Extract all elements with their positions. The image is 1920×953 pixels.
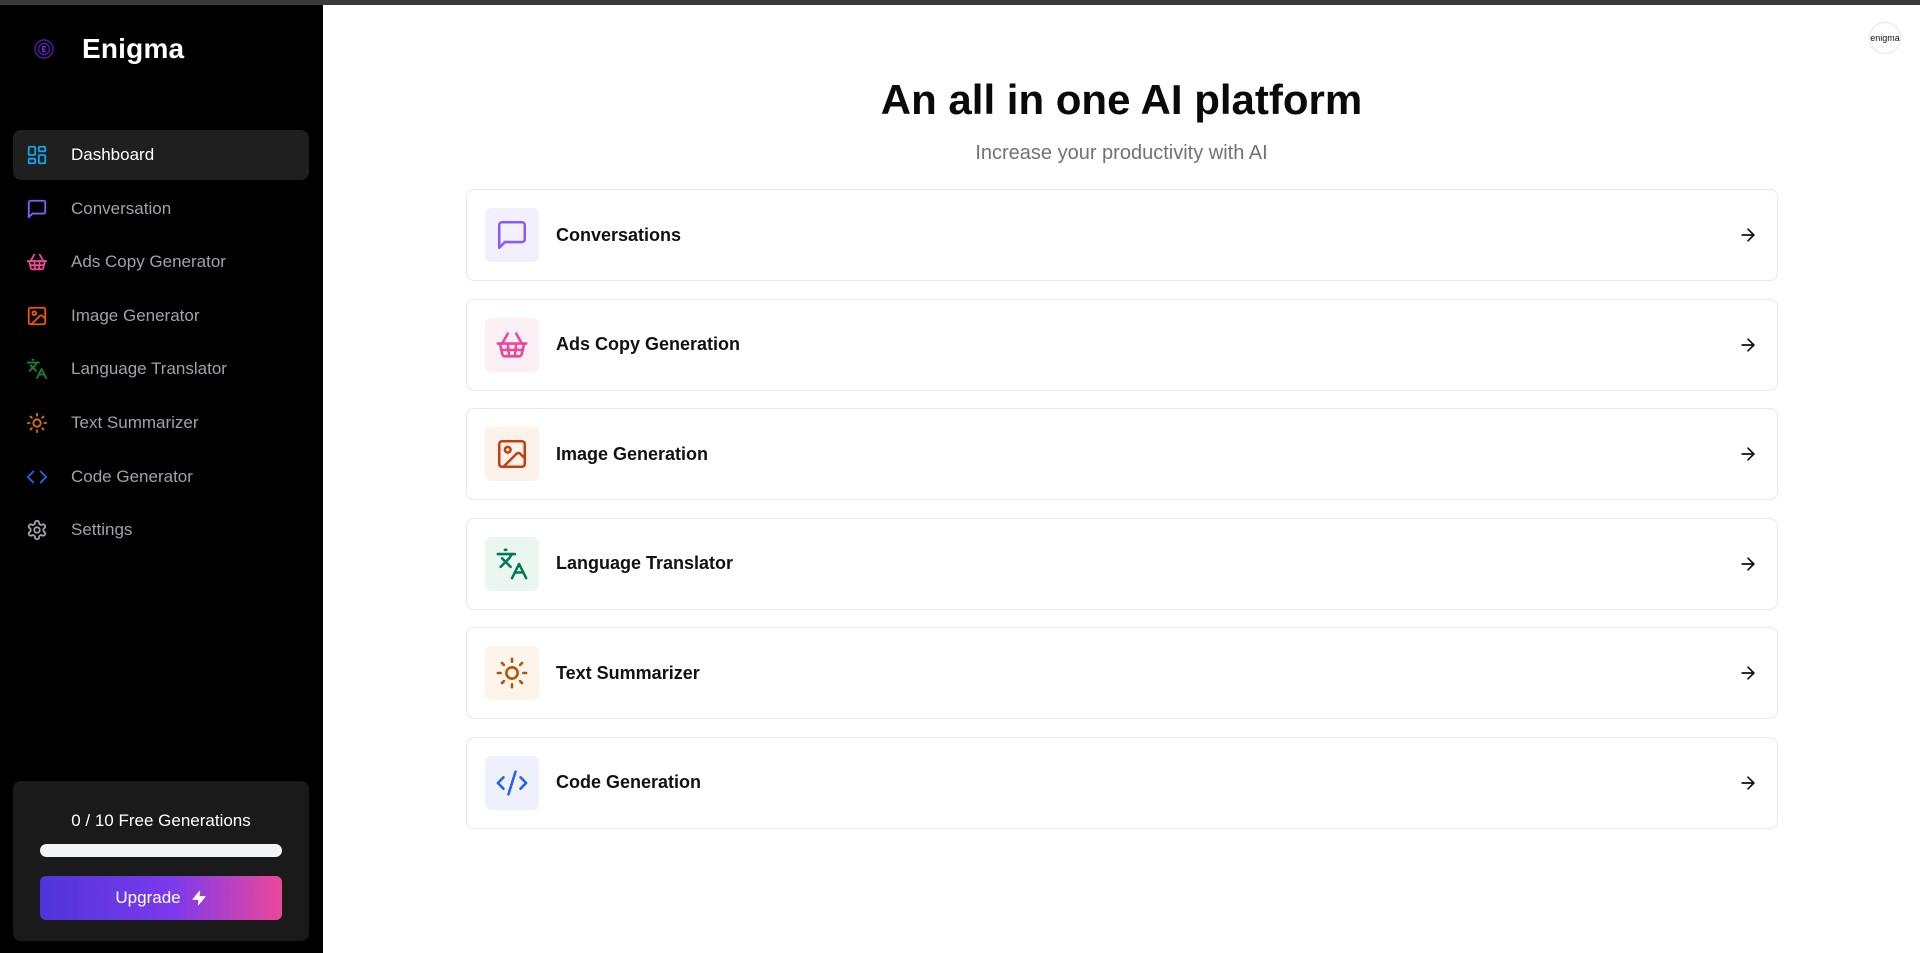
tool-card-label: Code Generation	[556, 772, 702, 792]
arrow-right-icon	[1737, 662, 1759, 684]
sidebar-item-label: Ads Copy Generator	[71, 252, 226, 272]
tool-card-label: Language Translator	[556, 553, 734, 573]
shopping-basket-icon	[496, 331, 528, 358]
app-name: Enigma	[82, 33, 185, 64]
sidebar-item-label: Code Generator	[71, 466, 193, 486]
tool-card-code-generation[interactable]: Code Generation	[466, 736, 1778, 829]
sidebar-item-text-summarizer[interactable]: Text Summarizer	[13, 398, 309, 448]
sidebar-item-dashboard[interactable]: Dashboard	[13, 130, 309, 180]
image-icon	[497, 439, 527, 469]
usage-progress-bar	[40, 844, 282, 857]
free-generations-card: 0 / 10 Free Generations Upgrade	[13, 781, 309, 941]
arrow-right-icon	[1737, 772, 1759, 794]
user-avatar[interactable]: enigma	[1869, 22, 1901, 54]
sidebar-item-image-generator[interactable]: Image Generator	[13, 291, 309, 341]
arrow-right-icon	[1737, 224, 1759, 246]
tool-card-ads-copy-generation[interactable]: Ads Copy Generation	[466, 298, 1778, 391]
sidebar-item-settings[interactable]: Settings	[13, 505, 309, 555]
arrow-right-icon	[1737, 443, 1759, 465]
arrow-right-icon	[1737, 553, 1759, 575]
brand[interactable]: Enigma	[30, 33, 184, 65]
tool-icon-box	[485, 646, 539, 700]
sun-icon	[26, 412, 48, 434]
sidebar-nav: Dashboard Conversation Ads Copy Generato…	[13, 130, 309, 559]
tool-card-text-summarizer[interactable]: Text Summarizer	[466, 627, 1778, 719]
code-icon	[496, 769, 528, 796]
sidebar-item-code-generator[interactable]: Code Generator	[13, 452, 309, 502]
sidebar-item-label: Settings	[71, 520, 133, 540]
tool-icon-box	[485, 536, 539, 591]
message-square-icon	[497, 220, 527, 250]
tool-card-label: Text Summarizer	[556, 662, 700, 683]
tool-card-label: Image Generation	[556, 443, 709, 464]
tool-card-conversations[interactable]: Conversations	[466, 189, 1778, 281]
tool-icon-box	[485, 427, 539, 481]
sidebar-item-label: Dashboard	[71, 145, 155, 164]
gear-icon	[26, 519, 48, 541]
tool-card-language-translator[interactable]: Language Translator	[466, 517, 1778, 610]
sidebar-item-label: Text Summarizer	[71, 412, 199, 432]
page-subtitle: Increase your productivity with AI	[975, 142, 1268, 164]
window-top-border	[0, 0, 1920, 5]
tool-card-label: Ads Copy Generation	[556, 334, 741, 354]
sidebar-item-conversation[interactable]: Conversation	[13, 184, 309, 234]
main-content: enigma An all in one AI platform Increas…	[323, 5, 1920, 953]
languages-icon	[26, 358, 48, 380]
message-square-icon	[26, 198, 48, 220]
dashboard-icon	[26, 144, 48, 166]
image-icon	[26, 305, 48, 327]
tool-icon-box	[485, 208, 539, 262]
tool-card-image-generation[interactable]: Image Generation	[466, 408, 1778, 500]
sidebar-item-label: Image Generator	[71, 305, 200, 325]
page-title: An all in one AI platform	[880, 76, 1363, 123]
sidebar-item-language-translator[interactable]: Language Translator	[13, 344, 309, 394]
sun-icon	[496, 657, 528, 689]
upgrade-button-label: Upgrade	[115, 888, 181, 907]
sidebar-item-label: Language Translator	[71, 359, 227, 379]
arrow-right-icon	[1737, 334, 1759, 356]
sidebar: Enigma Dashboard Conversation Ads Copy G…	[0, 5, 323, 953]
upgrade-button[interactable]: Upgrade	[40, 876, 282, 920]
sidebar-item-label: Conversation	[71, 198, 172, 218]
code-icon	[26, 466, 48, 488]
tool-card-label: Conversations	[556, 224, 682, 245]
enigma-logo-icon	[30, 35, 58, 63]
shopping-basket-icon	[26, 251, 48, 273]
tool-icon-box	[485, 755, 539, 810]
languages-icon	[496, 548, 528, 579]
zap-icon	[191, 890, 207, 906]
free-generations-counter: 0 / 10 Free Generations	[71, 811, 251, 830]
tool-icon-box	[485, 317, 539, 372]
tool-list: Conversations Ads Copy Generation Image …	[466, 189, 1778, 846]
sidebar-item-ads-copy-generator[interactable]: Ads Copy Generator	[13, 237, 309, 287]
